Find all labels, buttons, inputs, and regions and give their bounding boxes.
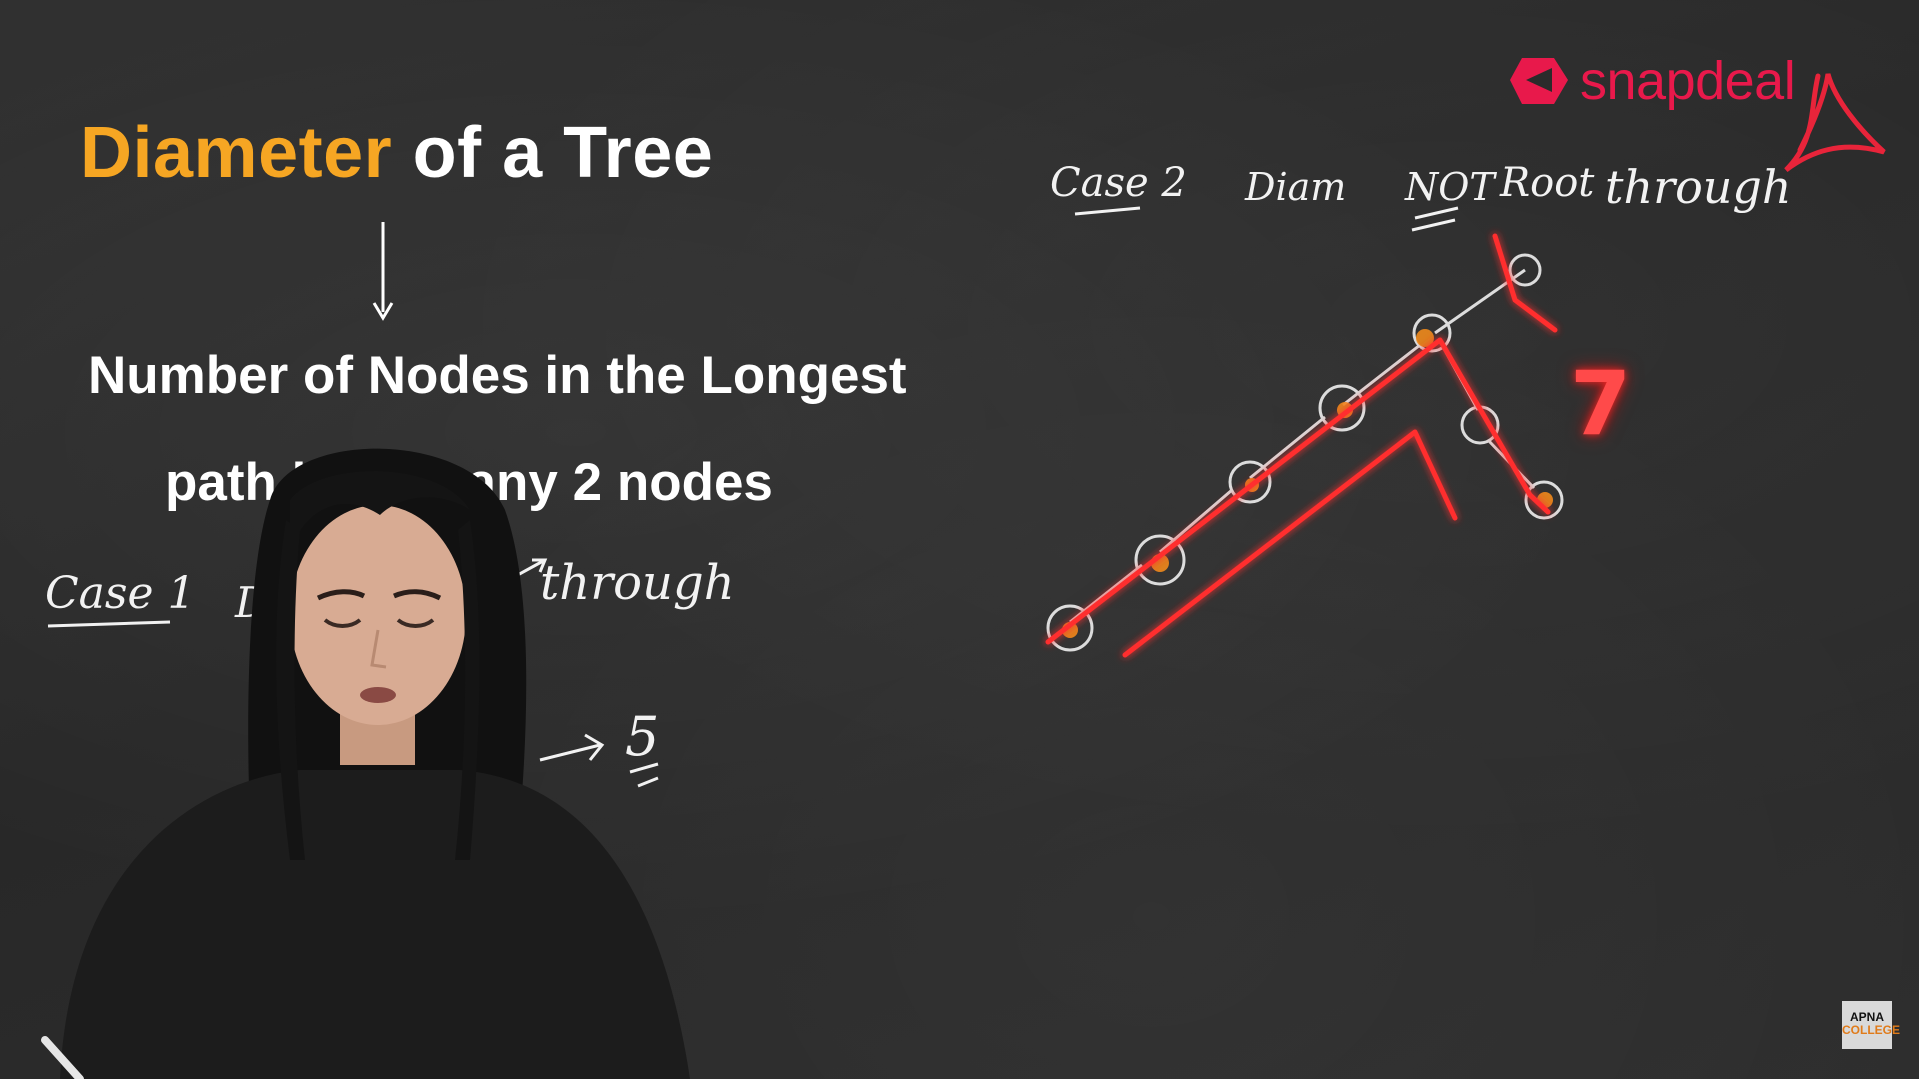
not-underline-2: [1411, 218, 1456, 232]
pdf-annotation-icon: [1784, 73, 1886, 173]
tree-edge: [1342, 343, 1421, 407]
tree-edge: [1159, 488, 1233, 554]
snapdeal-wordmark: snapdeal: [1580, 51, 1796, 111]
presenter-figure: [41, 448, 690, 1079]
apna-logo-line-2: COLLEGE: [1842, 1023, 1901, 1037]
case2-answer: 7: [1570, 352, 1632, 455]
tree-edge: [1249, 415, 1326, 480]
snapdeal-bag-icon: [1510, 58, 1568, 104]
case2-underline: [1074, 206, 1141, 216]
not-underline-1: [1414, 206, 1459, 220]
snapdeal-logo: snapdeal: [1508, 50, 1804, 116]
apna-college-logo: APNA COLLEGE: [1842, 1001, 1901, 1049]
tree-edge: [1069, 563, 1143, 624]
diameter-path-highlight: [1045, 337, 1551, 645]
chalkboard-frame: Diameter of a Tree Number of Nodes in th…: [0, 0, 1919, 1079]
